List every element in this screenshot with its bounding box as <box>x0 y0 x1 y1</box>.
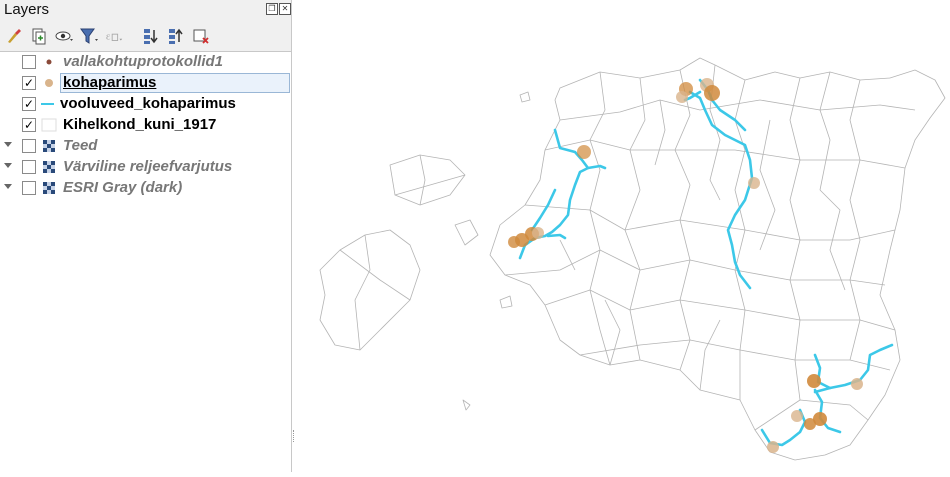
panel-title: Layers <box>4 1 50 18</box>
place-point[interactable] <box>807 374 821 388</box>
expand-all-icon[interactable] <box>141 26 161 46</box>
parish-boundaries <box>319 57 946 461</box>
layer-checkbox[interactable] <box>22 181 36 195</box>
panel-title-bar: Layers ❐ ✕ <box>0 0 291 22</box>
layer-checkbox[interactable] <box>22 139 36 153</box>
map-svg <box>319 57 946 461</box>
raster-symbol-icon <box>40 138 58 154</box>
layer-checkbox[interactable] <box>22 160 36 174</box>
layer-label[interactable]: ESRI Gray (dark) <box>63 179 182 196</box>
place-point[interactable] <box>704 85 720 101</box>
place-point[interactable] <box>791 410 803 422</box>
layer-label[interactable]: kohaparimus <box>63 74 156 91</box>
place-point[interactable] <box>532 227 544 239</box>
layers-panel: Layers ❐ ✕ ε vallakohtuprotokollid1 ✓ ko… <box>0 0 294 473</box>
place-point[interactable] <box>767 441 779 453</box>
layer-row[interactable]: vallakohtuprotokollid1 <box>0 52 291 72</box>
point-symbol-icon <box>40 75 58 91</box>
place-point[interactable] <box>851 378 863 390</box>
layer-label[interactable]: Teed <box>63 137 97 154</box>
layers-toolbar: ε <box>0 22 291 50</box>
layer-label[interactable]: vooluveed_kohaparimus <box>60 95 236 112</box>
style-manager-icon[interactable] <box>4 26 24 46</box>
layer-row[interactable]: ✓ Kihelkond_kuni_1917 <box>0 115 291 135</box>
add-group-icon[interactable] <box>29 26 49 46</box>
point-symbol-icon <box>40 54 58 70</box>
layer-label[interactable]: Kihelkond_kuni_1917 <box>63 116 216 133</box>
line-symbol-icon <box>40 96 58 112</box>
float-panel-button[interactable]: ❐ <box>266 3 278 15</box>
visibility-icon[interactable] <box>54 26 74 46</box>
place-points <box>508 78 863 453</box>
filter-icon[interactable] <box>79 26 99 46</box>
place-point[interactable] <box>804 418 816 430</box>
place-point[interactable] <box>508 236 520 248</box>
expand-arrow-icon[interactable] <box>4 184 12 189</box>
layer-checkbox[interactable]: ✓ <box>22 118 36 132</box>
layer-label[interactable]: vallakohtuprotokollid1 <box>63 53 223 70</box>
layer-row[interactable]: Teed <box>0 136 291 156</box>
polygon-symbol-icon <box>40 117 58 133</box>
filter-expression-icon[interactable]: ε <box>104 26 124 46</box>
layer-tree: vallakohtuprotokollid1 ✓ kohaparimus ✓ v… <box>0 51 291 473</box>
panel-splitter[interactable] <box>293 430 296 442</box>
close-panel-button[interactable]: ✕ <box>279 3 291 15</box>
layer-row[interactable]: ESRI Gray (dark) <box>0 178 291 198</box>
collapse-all-icon[interactable] <box>166 26 186 46</box>
remove-layer-icon[interactable] <box>191 26 211 46</box>
svg-text:ε: ε <box>106 31 111 43</box>
map-canvas[interactable] <box>300 0 950 472</box>
layer-checkbox[interactable]: ✓ <box>22 76 36 90</box>
place-point[interactable] <box>577 145 591 159</box>
place-point[interactable] <box>676 91 688 103</box>
expand-arrow-icon[interactable] <box>4 163 12 168</box>
layer-checkbox[interactable] <box>22 55 36 69</box>
raster-symbol-icon <box>40 159 58 175</box>
layer-label[interactable]: Värviline reljeefvarjutus <box>63 158 232 175</box>
raster-symbol-icon <box>40 180 58 196</box>
place-point[interactable] <box>748 177 760 189</box>
layer-checkbox[interactable]: ✓ <box>22 97 36 111</box>
expand-arrow-icon[interactable] <box>4 142 12 147</box>
layer-row[interactable]: Värviline reljeefvarjutus <box>0 157 291 177</box>
layer-row[interactable]: ✓ vooluveed_kohaparimus <box>0 94 291 114</box>
layer-row-selected[interactable]: ✓ kohaparimus <box>0 73 291 93</box>
